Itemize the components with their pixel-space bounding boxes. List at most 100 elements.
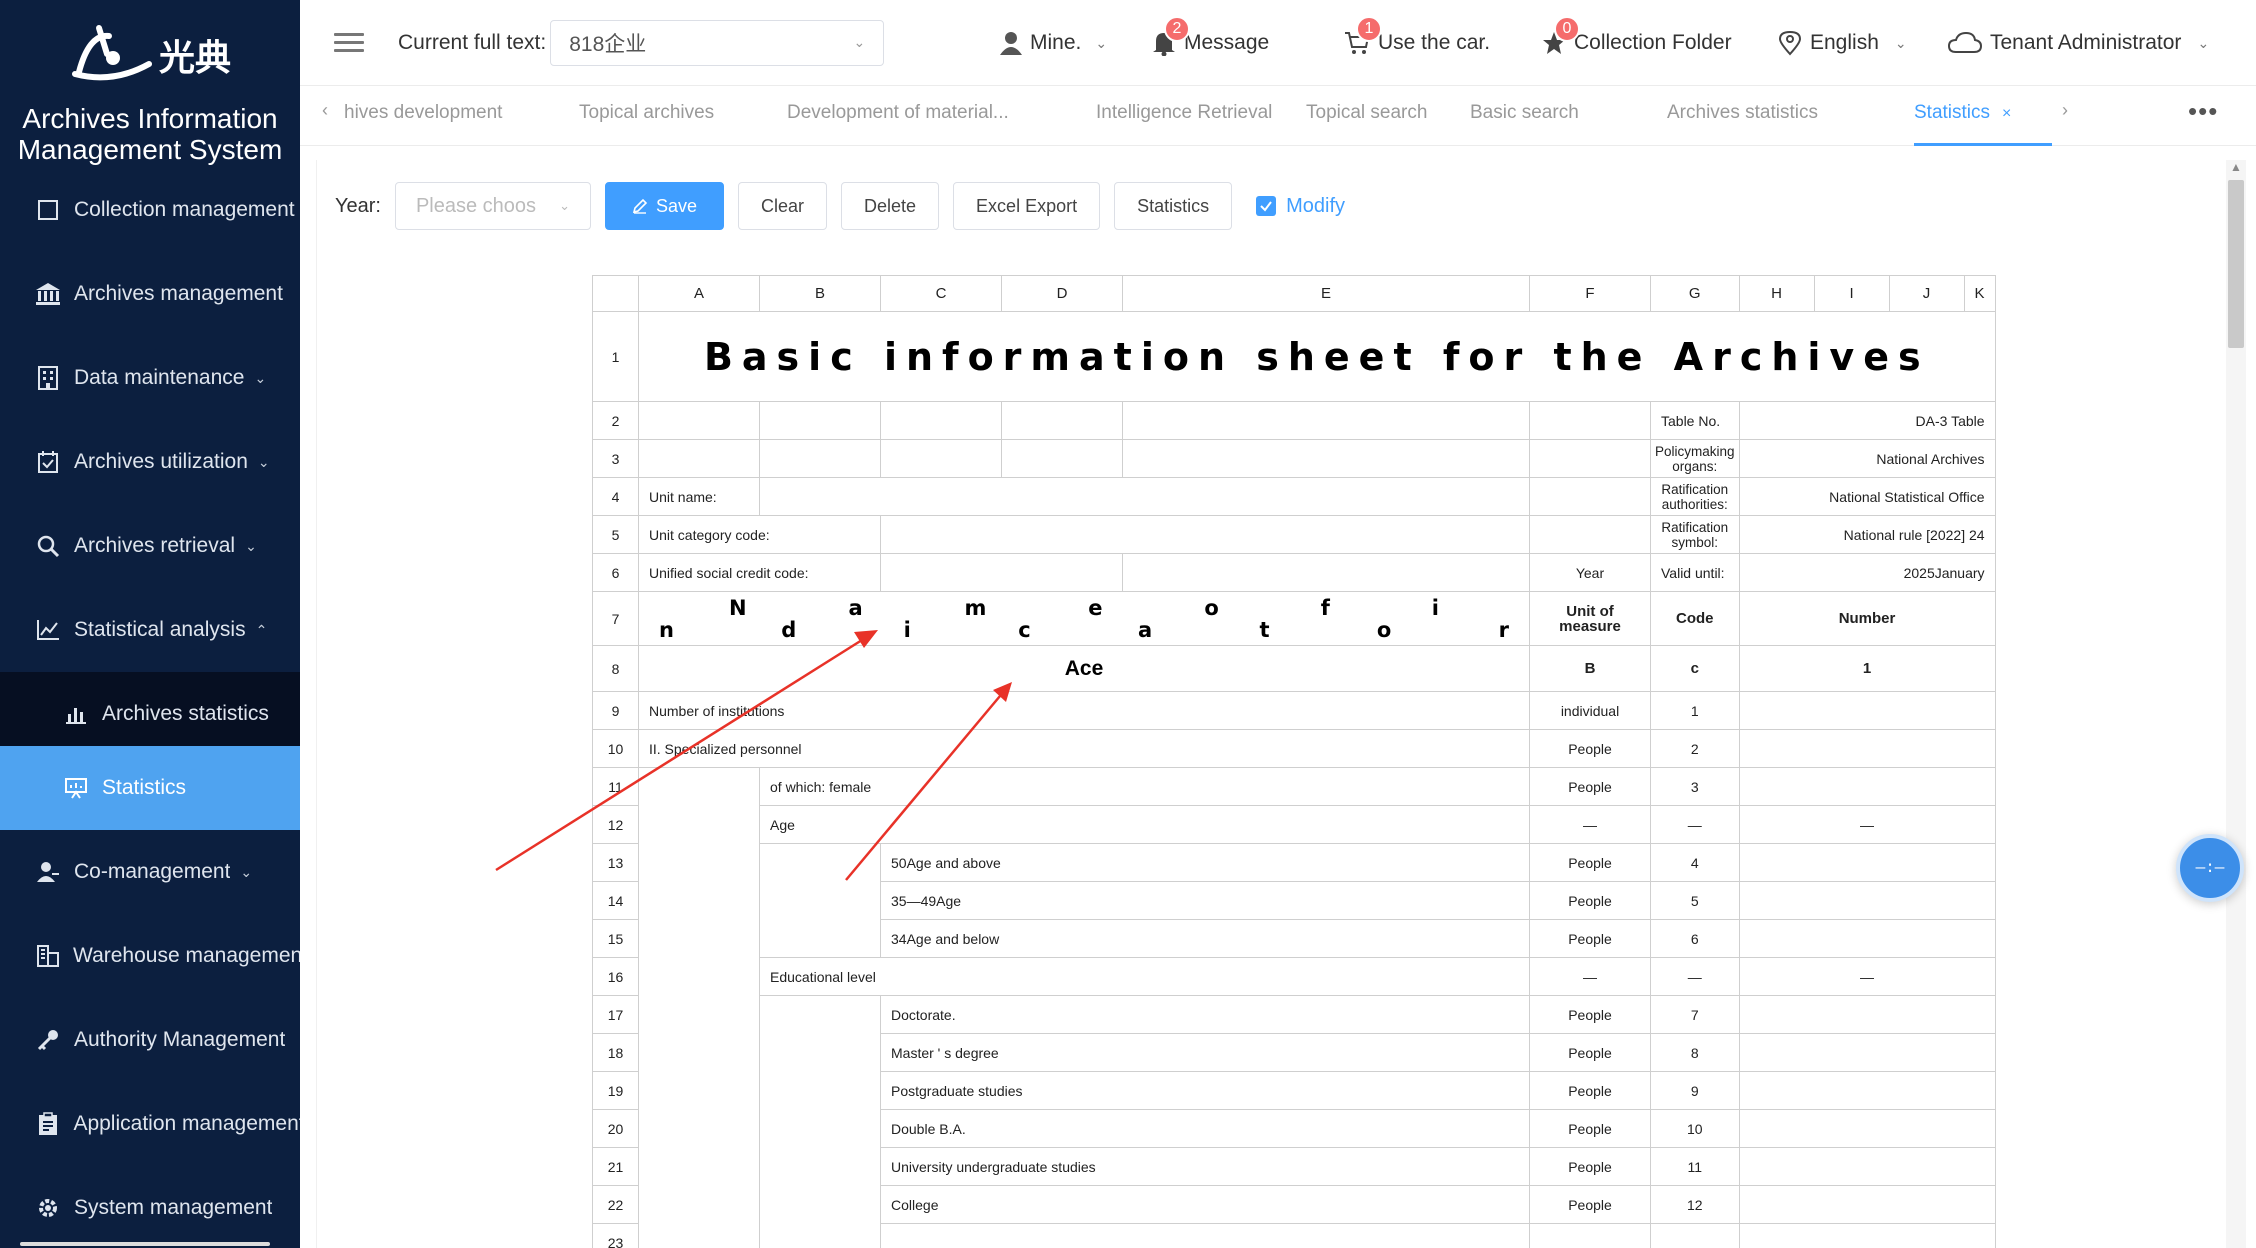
number-cell[interactable] — [1738, 1185, 1996, 1224]
sidebar-item-collection-management[interactable]: Collection management — [0, 168, 300, 252]
more-icon[interactable]: ••• — [2188, 96, 2218, 127]
column-header[interactable]: J — [1888, 275, 1965, 312]
sheet-cell[interactable] — [1529, 515, 1651, 554]
sheet-title[interactable]: Basic information sheet for the Archives — [638, 311, 1996, 402]
code-cell[interactable]: — — [1650, 957, 1740, 996]
sheet-cell[interactable] — [759, 401, 881, 440]
content-scrollbar[interactable]: ▲ — [2226, 160, 2246, 1248]
number-cell[interactable] — [1738, 1033, 1996, 1072]
number-cell[interactable] — [1738, 1223, 1996, 1248]
indicator-label[interactable]: Number of institutions — [638, 691, 1530, 730]
indicator-label[interactable]: 50Age and above — [880, 843, 1530, 882]
sidebar-item-data-maintenance[interactable]: Data maintenance ⌄ — [0, 336, 300, 420]
code-cell[interactable]: 2 — [1650, 729, 1740, 768]
spacer-cell[interactable] — [759, 995, 881, 1248]
current-full-text-select[interactable]: 818企业 ⌄ — [550, 19, 885, 66]
ratification-authorities-value[interactable]: National Statistical Office — [1738, 477, 1996, 516]
excel-export-button[interactable]: Excel Export — [953, 182, 1101, 230]
number-cell[interactable] — [1738, 691, 1996, 730]
sidebar-item-system-management[interactable]: System management — [0, 1166, 300, 1248]
scroll-up-icon[interactable]: ▲ — [2230, 160, 2242, 174]
code-cell[interactable]: 7 — [1650, 995, 1740, 1034]
menu-toggle-icon[interactable] — [334, 28, 364, 57]
indicator-label[interactable]: Master ' s degree — [880, 1033, 1530, 1072]
sidebar-item-warehouse-management[interactable]: Warehouse management — [0, 914, 300, 998]
tab-intelligence-retrieval[interactable]: Intelligence Retrieval — [1096, 86, 1272, 146]
sidebar-item-application-management[interactable]: Application management — [0, 1082, 300, 1166]
column-header[interactable]: C — [880, 275, 1002, 312]
unit-header[interactable]: Unit of measure — [1529, 591, 1651, 646]
unit-name-input[interactable] — [759, 477, 1530, 516]
number-cell[interactable]: — — [1738, 957, 1996, 996]
indicator-label[interactable]: 34Age and below — [880, 919, 1530, 958]
indicator-label[interactable]: Age — [759, 805, 1530, 844]
table-no-value[interactable]: DA-3 Table — [1738, 401, 1996, 440]
clear-button[interactable]: Clear — [738, 182, 828, 230]
sheet-cell[interactable] — [1529, 401, 1651, 440]
unit-cell[interactable]: People — [1529, 881, 1651, 920]
column-header[interactable]: I — [1813, 275, 1890, 312]
number-cell[interactable] — [1738, 995, 1996, 1034]
sidebar-item-archives-management[interactable]: Archives management — [0, 252, 300, 336]
unit-category-input[interactable] — [880, 515, 1530, 554]
sheet-cell[interactable] — [638, 439, 760, 478]
delete-button[interactable]: Delete — [841, 182, 940, 230]
sheet-cell[interactable] — [1122, 439, 1530, 478]
year-cell-label[interactable]: Year — [1529, 553, 1651, 592]
sheet-cell[interactable] — [880, 401, 1002, 440]
number-cell[interactable] — [1738, 843, 1996, 882]
column-header[interactable]: F — [1529, 275, 1651, 312]
code-cell[interactable]: 10 — [1650, 1109, 1740, 1148]
indicator-label[interactable]: II. Specialized personnel — [638, 729, 1530, 768]
tab-scroll-left-icon[interactable]: ‹ — [322, 100, 328, 121]
tab-basic-search[interactable]: Basic search — [1470, 86, 1579, 146]
user-menu[interactable]: Tenant Administrator ⌄ — [1948, 0, 2209, 86]
table-no-label[interactable]: Table No. — [1650, 401, 1740, 440]
indicator-label[interactable]: College — [880, 1185, 1530, 1224]
indicator-header[interactable]: Nameofindicator — [638, 591, 1530, 646]
credit-code-label[interactable]: Unified social credit code: — [638, 553, 881, 592]
code-cell[interactable]: 6 — [1650, 919, 1740, 958]
code-cell[interactable]: — — [1650, 805, 1740, 844]
tab-topical-archives[interactable]: Topical archives — [579, 86, 714, 146]
valid-until-label[interactable]: Valid until: — [1650, 553, 1740, 592]
number-col-code[interactable]: 1 — [1738, 645, 1996, 692]
sidebar-item-archives-utilization[interactable]: Archives utilization ⌄ — [0, 420, 300, 504]
indicator-label[interactable]: Double B.A. — [880, 1109, 1530, 1148]
policy-label[interactable]: Policymaking organs: — [1650, 439, 1740, 478]
number-cell[interactable]: — — [1738, 805, 1996, 844]
tab-scroll-right-icon[interactable]: › — [2062, 100, 2068, 121]
unit-cell[interactable]: People — [1529, 1185, 1651, 1224]
number-cell[interactable] — [1738, 1147, 1996, 1186]
sheet-cell[interactable] — [1122, 553, 1530, 592]
unit-cell[interactable]: People — [1529, 1147, 1651, 1186]
unit-cell[interactable]: People — [1529, 919, 1651, 958]
unit-cell[interactable]: People — [1529, 843, 1651, 882]
sheet-cell[interactable] — [1001, 439, 1123, 478]
collection-folder-button[interactable]: Collection Folder 0 — [1542, 0, 1732, 86]
code-cell[interactable]: 9 — [1650, 1071, 1740, 1110]
unit-col-code[interactable]: B — [1529, 645, 1651, 692]
tab-topical-search[interactable]: Topical search — [1306, 86, 1427, 146]
policy-value[interactable]: National Archives — [1738, 439, 1996, 478]
unit-cell[interactable]: People — [1529, 1109, 1651, 1148]
indicator-label[interactable] — [880, 1223, 1530, 1248]
indicator-label[interactable]: Postgraduate studies — [880, 1071, 1530, 1110]
spacer-cell[interactable] — [638, 767, 760, 1248]
code-cell[interactable]: 11 — [1650, 1147, 1740, 1186]
tab-development-of-material[interactable]: Development of material... — [787, 86, 1009, 146]
ace-cell[interactable]: Ace — [638, 645, 1530, 692]
number-header[interactable]: Number — [1738, 591, 1996, 646]
number-cell[interactable] — [1738, 1109, 1996, 1148]
indicator-label[interactable]: of which: female — [759, 767, 1530, 806]
number-cell[interactable] — [1738, 881, 1996, 920]
tab-hives-development[interactable]: hives development — [344, 86, 502, 146]
column-header[interactable]: G — [1650, 275, 1740, 312]
unit-cell[interactable]: individual — [1529, 691, 1651, 730]
indicator-label[interactable]: Educational level — [759, 957, 1530, 996]
column-header[interactable]: A — [638, 275, 760, 312]
unit-cell[interactable]: People — [1529, 1033, 1651, 1072]
sidebar-item-statistics[interactable]: Statistics — [0, 746, 300, 830]
sheet-cell[interactable] — [880, 439, 1002, 478]
number-cell[interactable] — [1738, 1071, 1996, 1110]
